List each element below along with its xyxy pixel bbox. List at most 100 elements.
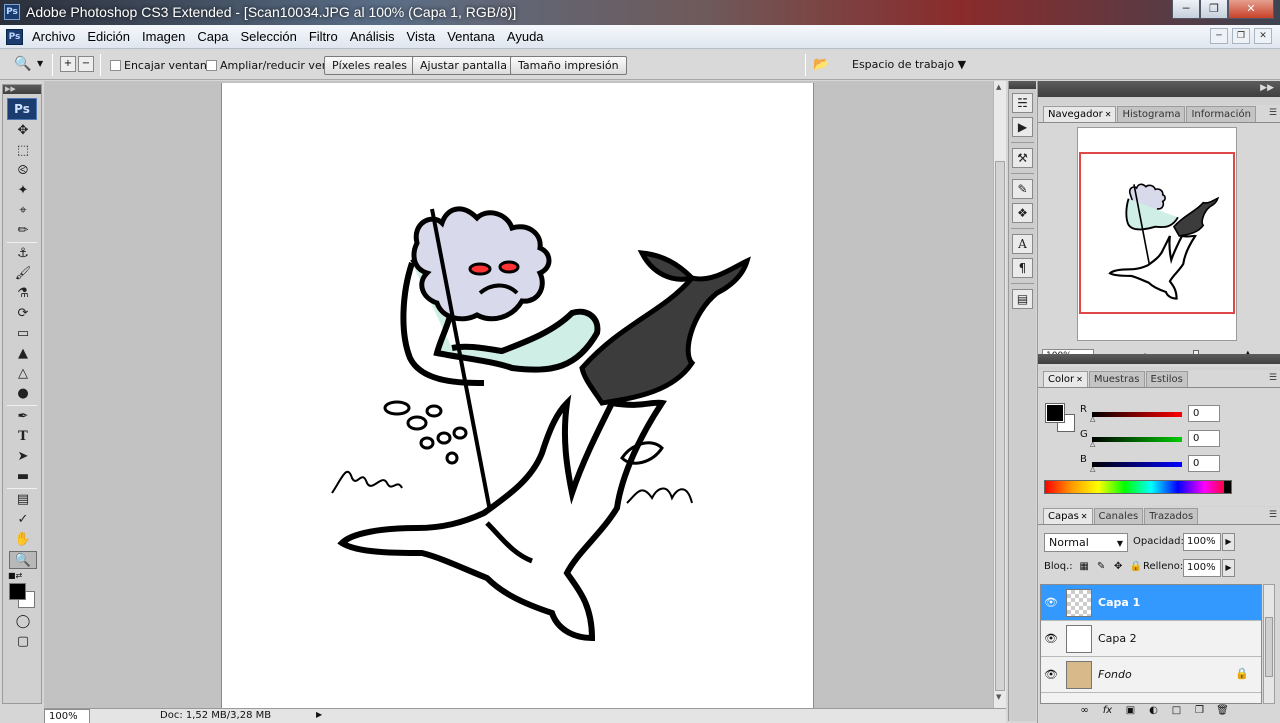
red-value-field[interactable]: 0 bbox=[1188, 405, 1220, 422]
lasso-tool-icon[interactable]: ⧀ bbox=[9, 162, 37, 180]
status-menu-icon[interactable]: ▶ bbox=[316, 710, 322, 719]
tab-trazados[interactable]: Trazados bbox=[1144, 508, 1199, 524]
color-foreground-swatch[interactable] bbox=[1045, 403, 1065, 423]
eraser-tool-icon[interactable]: ▭ bbox=[9, 325, 37, 343]
chevron-down-icon[interactable]: ▼ bbox=[37, 59, 43, 68]
delete-layer-icon[interactable]: 🗑 bbox=[1216, 705, 1229, 716]
hand-tool-icon[interactable]: ✋ bbox=[9, 531, 37, 549]
clone-stamp-tool-icon[interactable]: ⚗ bbox=[9, 285, 37, 303]
menu-capa[interactable]: Capa bbox=[191, 28, 234, 45]
tab-histograma[interactable]: Histograma bbox=[1117, 106, 1186, 122]
layer-row-capa-1[interactable]: 👁 Capa 1 bbox=[1041, 585, 1261, 621]
layer-name[interactable]: Capa 2 bbox=[1098, 632, 1137, 645]
layer-row-capa-2[interactable]: 👁 Capa 2 bbox=[1041, 621, 1261, 657]
lock-pixels-icon[interactable]: ✎ bbox=[1096, 561, 1107, 572]
workspace-menu[interactable]: Espacio de trabajo ▼ bbox=[852, 58, 966, 71]
path-selection-tool-icon[interactable]: ➤ bbox=[9, 448, 37, 466]
navigator-thumbnail[interactable] bbox=[1077, 127, 1237, 341]
actions-panel-icon[interactable]: ▶ bbox=[1012, 117, 1033, 137]
type-tool-icon[interactable]: T bbox=[9, 428, 37, 446]
bridge-icon[interactable]: 📂 bbox=[813, 57, 833, 73]
menu-filtro[interactable]: Filtro bbox=[303, 28, 344, 45]
character-panel-icon[interactable]: A bbox=[1012, 234, 1033, 254]
panel-menu-icon[interactable]: ☰ bbox=[1269, 108, 1277, 118]
layer-name[interactable]: Capa 1 bbox=[1098, 596, 1140, 609]
blue-value-field[interactable]: 0 bbox=[1188, 455, 1220, 472]
document-vertical-scrollbar[interactable]: ▲ ▼ bbox=[993, 81, 1006, 708]
new-layer-icon[interactable]: ❐ bbox=[1193, 705, 1206, 716]
tool-presets-icon[interactable]: ⚒ bbox=[1012, 148, 1033, 168]
zoom-tool-icon[interactable]: 🔍 bbox=[9, 551, 37, 569]
eye-icon[interactable]: 👁 bbox=[1044, 632, 1058, 645]
pen-tool-icon[interactable]: ✒ bbox=[9, 408, 37, 426]
layer-comps-icon[interactable]: ▤ bbox=[1012, 289, 1033, 309]
adjustment-layer-icon[interactable]: ◐ bbox=[1147, 705, 1160, 716]
tab-estilos[interactable]: Estilos bbox=[1145, 371, 1188, 387]
zoom-in-icon[interactable]: + bbox=[60, 56, 76, 72]
menu-vista[interactable]: Vista bbox=[401, 28, 442, 45]
navigator-view-box[interactable] bbox=[1079, 152, 1235, 314]
slice-tool-icon[interactable]: ✏ bbox=[9, 222, 37, 240]
notes-tool-icon[interactable]: ▤ bbox=[9, 491, 37, 509]
green-slider[interactable] bbox=[1092, 437, 1182, 442]
menu-analisis[interactable]: Análisis bbox=[344, 28, 401, 45]
lock-all-icon[interactable]: 🔒 bbox=[1130, 561, 1142, 572]
restore-button[interactable]: ❐ bbox=[1200, 0, 1228, 19]
tab-canales[interactable]: Canales bbox=[1093, 508, 1144, 524]
brush-tool-icon[interactable]: 🖌 bbox=[9, 265, 37, 283]
fill-arrow-icon[interactable]: ▶ bbox=[1222, 559, 1235, 577]
tab-navegador[interactable]: Navegador ✕ bbox=[1043, 106, 1117, 122]
menu-edicion[interactable]: Edición bbox=[81, 28, 136, 45]
zoom-tool-preset-icon[interactable]: 🔍 bbox=[14, 56, 31, 72]
screen-mode-icon[interactable]: ▢ bbox=[9, 633, 37, 651]
quick-mask-icon[interactable]: ◯ bbox=[9, 613, 37, 631]
ps-logo[interactable]: Ps bbox=[7, 98, 37, 120]
eyedropper-tool-icon[interactable]: ✓ bbox=[9, 511, 37, 529]
swap-colors-icon[interactable]: ■⇄ bbox=[8, 571, 22, 580]
history-panel-icon[interactable]: ☵ bbox=[1012, 93, 1033, 113]
opacity-arrow-icon[interactable]: ▶ bbox=[1222, 533, 1235, 551]
layer-name[interactable]: Fondo bbox=[1098, 668, 1132, 681]
ampliar-reducir-checkbox[interactable]: Ampliar/reducir vent. bbox=[206, 59, 337, 72]
close-button[interactable]: ✕ bbox=[1228, 0, 1274, 19]
eye-icon[interactable]: 👁 bbox=[1044, 668, 1058, 681]
minimize-button[interactable]: ─ bbox=[1172, 0, 1200, 19]
blue-slider-handle[interactable]: △ bbox=[1090, 465, 1095, 473]
magic-wand-tool-icon[interactable]: ✦ bbox=[9, 182, 37, 200]
doc-ps-icon[interactable]: Ps bbox=[6, 29, 23, 45]
eye-icon[interactable]: 👁 bbox=[1044, 596, 1058, 609]
toolbox-grip[interactable]: ▶▶ bbox=[3, 85, 41, 94]
menu-seleccion[interactable]: Selección bbox=[234, 28, 302, 45]
blue-slider[interactable] bbox=[1092, 462, 1182, 467]
pixeles-reales-button[interactable]: Píxeles reales bbox=[324, 56, 416, 75]
brushes-panel-icon[interactable]: ✎ bbox=[1012, 179, 1033, 199]
doc-close-button[interactable]: ✕ bbox=[1254, 28, 1272, 44]
fill-field[interactable]: 100% bbox=[1183, 559, 1221, 577]
move-tool-icon[interactable]: ✥ bbox=[9, 122, 37, 140]
menu-archivo[interactable]: Archivo bbox=[26, 28, 81, 45]
clone-source-icon[interactable]: ❖ bbox=[1012, 203, 1033, 223]
blend-mode-select[interactable]: Normal ▼ bbox=[1044, 533, 1128, 552]
menu-imagen[interactable]: Imagen bbox=[136, 28, 191, 45]
tamano-impresion-button[interactable]: Tamaño impresión bbox=[510, 56, 627, 75]
menu-ventana[interactable]: Ventana bbox=[441, 28, 501, 45]
shape-tool-icon[interactable]: ▬ bbox=[9, 468, 37, 486]
doc-minimize-button[interactable]: ─ bbox=[1210, 28, 1228, 44]
foreground-color-swatch[interactable] bbox=[9, 583, 26, 600]
panel-menu-icon[interactable]: ☰ bbox=[1269, 510, 1277, 520]
panel-menu-icon[interactable]: ☰ bbox=[1269, 373, 1277, 383]
scroll-up-icon[interactable]: ▲ bbox=[996, 83, 1001, 91]
encajar-ventana-checkbox[interactable]: Encajar ventana bbox=[110, 59, 214, 72]
blur-tool-icon[interactable]: △ bbox=[9, 365, 37, 383]
scroll-down-icon[interactable]: ▼ bbox=[996, 693, 1001, 701]
red-slider-handle[interactable]: △ bbox=[1090, 415, 1095, 423]
healing-brush-tool-icon[interactable]: ⚓ bbox=[9, 245, 37, 263]
new-group-icon[interactable]: □ bbox=[1170, 705, 1183, 716]
color-panel-grip[interactable] bbox=[1038, 354, 1280, 364]
tab-muestras[interactable]: Muestras bbox=[1088, 371, 1145, 387]
collapse-icon[interactable]: ▶▶ bbox=[1260, 83, 1274, 93]
layer-mask-icon[interactable]: ▣ bbox=[1124, 705, 1137, 716]
panels-grip[interactable]: ▶▶ bbox=[1038, 81, 1280, 97]
doc-restore-button[interactable]: ❐ bbox=[1232, 28, 1250, 44]
marquee-tool-icon[interactable]: ⬚ bbox=[9, 142, 37, 160]
